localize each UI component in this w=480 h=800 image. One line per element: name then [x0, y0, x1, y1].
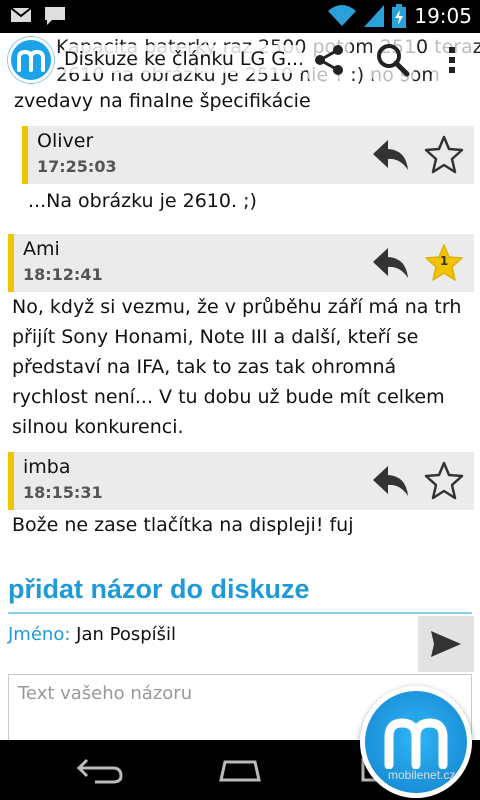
- home-icon[interactable]: [215, 754, 265, 786]
- star-icon[interactable]: [424, 134, 464, 174]
- status-bar: 19:05: [0, 0, 480, 33]
- signal-icon: [364, 5, 385, 27]
- battery-charging-icon: [392, 4, 407, 28]
- overflow-menu-icon: [449, 47, 455, 73]
- add-comment-title: přidat názor do diskuze: [8, 574, 310, 604]
- section-divider: [8, 612, 472, 614]
- overflow-menu-button[interactable]: [432, 39, 472, 81]
- star-icon[interactable]: [424, 460, 464, 500]
- screen-title: Diskuze ke článku LG G...: [64, 45, 302, 73]
- name-field[interactable]: Jméno: Jan Pospíšil: [8, 624, 176, 645]
- star-count: 1: [439, 254, 449, 268]
- reply-icon[interactable]: [372, 246, 410, 280]
- mobilenet-logo-icon: [384, 718, 448, 769]
- share-button[interactable]: [308, 39, 350, 81]
- comment-time: 18:12:41: [23, 265, 103, 284]
- starred-button[interactable]: 1: [424, 242, 464, 282]
- comment-header: Oliver 17:25:03: [22, 126, 474, 184]
- search-icon: [377, 44, 410, 77]
- comment-author: Oliver: [37, 130, 94, 152]
- comment-author: Ami: [23, 238, 60, 260]
- name-value[interactable]: Jan Pospíšil: [76, 624, 176, 645]
- comment-text-continued: zvedavy na finalne špecifikácie: [14, 90, 311, 112]
- share-icon: [315, 45, 343, 75]
- comment-body: Bože ne zase tlačítka na displeji! fuj: [12, 514, 354, 536]
- comment-accent-bar: [8, 452, 14, 510]
- gmail-icon: [10, 7, 32, 22]
- comment-author: imba: [23, 456, 71, 478]
- wifi-icon: [328, 5, 357, 26]
- comment-header: Ami 18:12:41 1: [8, 234, 474, 292]
- textarea-placeholder: Text vašeho názoru: [18, 683, 193, 704]
- search-button[interactable]: [372, 39, 414, 81]
- name-label: Jméno:: [8, 624, 71, 645]
- reply-icon[interactable]: [372, 138, 410, 172]
- comment-body: No, když si vezmu, že v průběhu září má …: [12, 296, 462, 438]
- action-bar: Kapacita baterky raz 2500 potom 2510 ter…: [0, 33, 480, 87]
- send-icon: [431, 631, 461, 657]
- comment-accent-bar: [22, 126, 28, 184]
- comment-body: ...Na obrázku je 2610. ;): [28, 190, 257, 212]
- chat-icon: [45, 7, 65, 25]
- send-button[interactable]: [418, 616, 474, 672]
- comment-time: 17:25:03: [37, 157, 117, 176]
- comment-header: imba 18:15:31: [8, 452, 474, 510]
- comment-accent-bar: [8, 234, 14, 292]
- clock: 19:05: [414, 4, 472, 28]
- comment-time: 18:15:31: [23, 483, 103, 502]
- reply-icon[interactable]: [372, 464, 410, 498]
- watermark-text: mobilenet.cz: [388, 768, 456, 782]
- back-icon[interactable]: [75, 754, 125, 786]
- app-logo-icon[interactable]: [8, 37, 54, 83]
